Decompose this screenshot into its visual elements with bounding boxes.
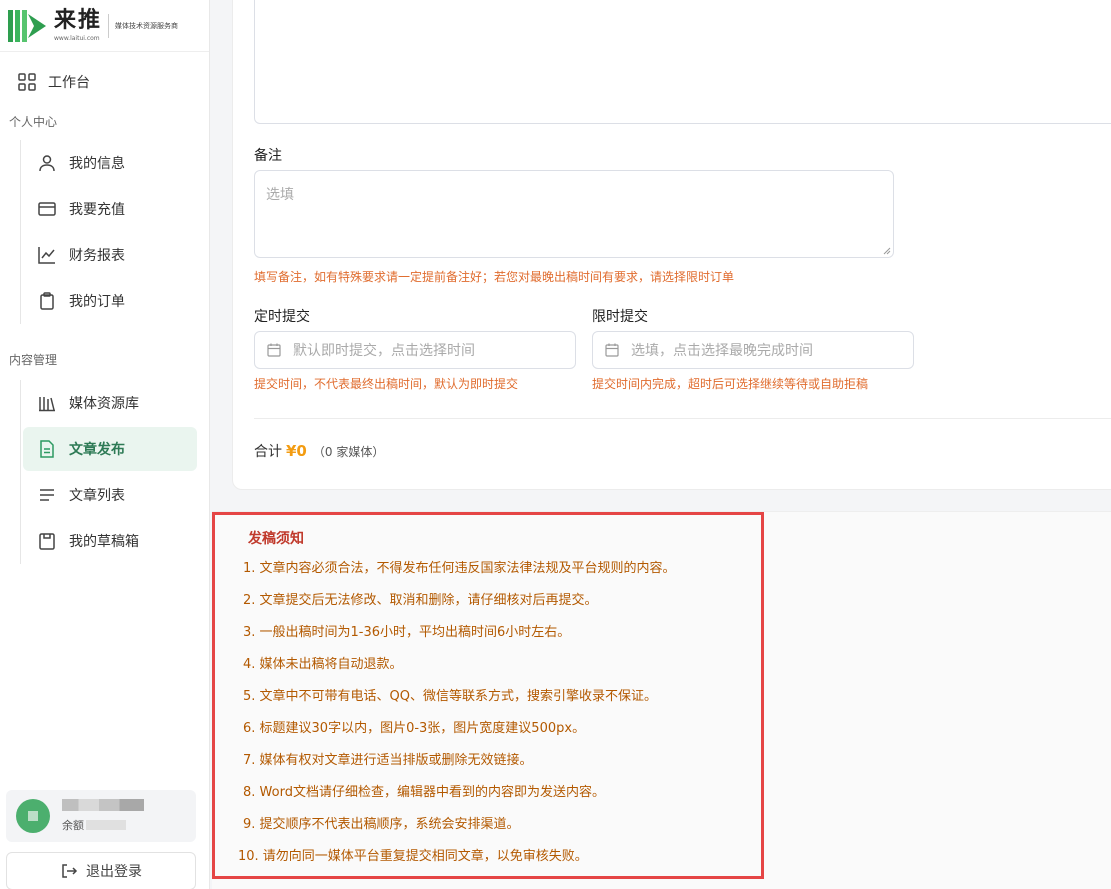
logout-button[interactable]: 退出登录 (6, 852, 196, 889)
sidebar-item-my-orders[interactable]: 我的订单 (23, 278, 197, 324)
sidebar-item-article-list[interactable]: 文章列表 (23, 472, 197, 518)
notice-item: 7. 媒体有权对文章进行适当排版或删除无效链接。 (243, 753, 533, 768)
user-icon (39, 155, 55, 172)
logo-icon (8, 6, 48, 46)
credit-card-icon (38, 202, 56, 216)
section-content: 内容管理 (9, 353, 58, 367)
total-label: 合计 (254, 444, 282, 460)
sidebar-item-label: 媒体资源库 (69, 396, 139, 412)
remark-placeholder: 选填 (266, 187, 294, 203)
sidebar-item-publish-article[interactable]: 文章发布 (23, 427, 197, 471)
list-icon (40, 489, 54, 501)
nav-workbench[interactable]: 工作台 (0, 52, 209, 112)
scheduled-label: 定时提交 (254, 309, 310, 325)
brand-slogan: 媒体技术资源服务商 (115, 21, 179, 30)
document-icon (40, 440, 54, 458)
remark-label: 备注 (254, 148, 282, 164)
sidebar-item-label: 我的草稿箱 (69, 534, 139, 550)
logo-divider (108, 13, 110, 38)
sidebar-item-finance-report[interactable]: 财务报表 (23, 232, 197, 278)
sidebar-item-label: 我的信息 (69, 156, 125, 172)
notice-item: 4. 媒体未出稿将自动退款。 (243, 657, 403, 672)
balance-prefix: 余额 (62, 819, 84, 832)
sidebar-item-drafts[interactable]: 我的草稿箱 (23, 518, 197, 564)
notice-list: 1. 文章内容必须合法，不得发布任何违反国家法律法规及平台规则的内容。 2. 文… (238, 558, 676, 878)
library-icon (39, 397, 55, 412)
scheduled-placeholder: 默认即时提交，点击选择时间 (293, 343, 475, 359)
sidebar-item-label: 我的订单 (69, 294, 125, 310)
nav-group-personal: 我的信息 我要充值 财务报表 我的订单 (20, 140, 209, 324)
limit-time-picker[interactable]: 选填，点击选择最晚完成时间 (592, 331, 914, 369)
calendar-icon (605, 343, 619, 357)
brand-url: www.laitui.com (54, 35, 100, 42)
nav-group-content: 媒体资源库 文章发布 文章列表 我的草稿箱 (20, 380, 209, 564)
brand-name: 来推 (54, 8, 103, 33)
clipboard-icon (40, 292, 54, 310)
notice-item: 9. 提交顺序不代表出稿顺序，系统会安排渠道。 (243, 817, 520, 832)
avatar (16, 799, 50, 833)
form-divider (254, 418, 1111, 419)
content-textarea[interactable] (254, 0, 1111, 124)
media-count: （0 家媒体） (312, 445, 385, 459)
notice-item: 2. 文章提交后无法修改、取消和删除，请仔细核对后再提交。 (243, 593, 598, 608)
user-name-redacted (62, 799, 144, 811)
drafts-icon (39, 533, 55, 550)
user-balance: 余额 (62, 817, 144, 833)
section-personal: 个人中心 (9, 115, 58, 129)
resize-handle-icon[interactable] (883, 247, 891, 255)
notice-item: 8. Word文档请仔细检查，编辑器中看到的内容即为发送内容。 (243, 785, 605, 800)
grid-icon (18, 73, 36, 91)
sidebar: 来推 www.laitui.com 媒体技术资源服务商 工作台 个人中心 我的信… (0, 0, 210, 889)
order-total: 合计 ¥0 （0 家媒体） (254, 441, 384, 461)
calendar-icon (267, 343, 281, 357)
remark-textarea[interactable]: 选填 (254, 170, 894, 258)
chart-line-icon (38, 247, 55, 264)
scheduled-time-picker[interactable]: 默认即时提交，点击选择时间 (254, 331, 576, 369)
limit-hint: 提交时间内完成，超时后可选择继续等待或自助拒稿 (592, 377, 869, 391)
sidebar-item-my-info[interactable]: 我的信息 (23, 140, 197, 186)
sidebar-item-recharge[interactable]: 我要充值 (23, 186, 197, 232)
user-card[interactable]: 余额 (6, 790, 196, 842)
total-amount: ¥0 (286, 442, 307, 460)
notice-item: 10. 请勿向同一媒体平台重复提交相同文章，以免审核失败。 (238, 849, 588, 864)
notice-panel: 发稿须知 1. 文章内容必须合法，不得发布任何违反国家法律法规及平台规则的内容。… (212, 512, 764, 879)
balance-redacted (86, 820, 126, 830)
notice-item: 3. 一般出稿时间为1-36小时，平均出稿时间6小时左右。 (243, 625, 571, 640)
remark-hint: 填写备注，如有特殊要求请一定提前备注好；若您对最晚出稿时间有要求，请选择限时订单 (254, 270, 735, 284)
sidebar-item-label: 财务报表 (69, 248, 125, 264)
notice-item: 1. 文章内容必须合法，不得发布任何违反国家法律法规及平台规则的内容。 (243, 561, 676, 576)
logout-icon (62, 864, 78, 878)
nav-workbench-label: 工作台 (48, 75, 90, 91)
sidebar-item-label: 文章发布 (69, 442, 125, 458)
sidebar-item-media-library[interactable]: 媒体资源库 (23, 380, 197, 426)
sidebar-item-label: 文章列表 (69, 488, 125, 504)
scheduled-hint: 提交时间，不代表最终出稿时间，默认为即时提交 (254, 377, 519, 391)
notice-item: 6. 标题建议30字以内，图片0-3张，图片宽度建议500px。 (243, 721, 586, 736)
limit-placeholder: 选填，点击选择最晚完成时间 (631, 343, 813, 359)
sidebar-item-label: 我要充值 (69, 202, 125, 218)
limit-label: 限时提交 (592, 309, 648, 325)
notice-title: 发稿须知 (248, 531, 304, 547)
notice-item: 5. 文章中不可带有电话、QQ、微信等联系方式，搜索引擎收录不保证。 (243, 689, 658, 704)
logout-label: 退出登录 (86, 864, 142, 880)
brand-logo[interactable]: 来推 www.laitui.com 媒体技术资源服务商 (0, 0, 209, 52)
